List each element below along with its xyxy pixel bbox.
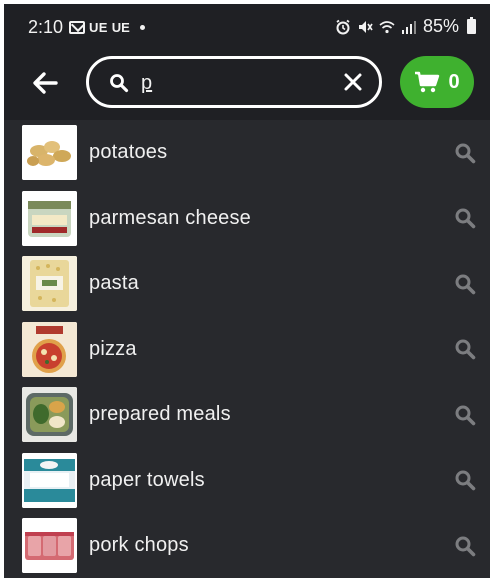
suggestion-item[interactable]: paper towels (4, 448, 490, 514)
wifi-icon (379, 20, 395, 33)
search-icon[interactable] (454, 535, 476, 557)
search-icon[interactable] (454, 207, 476, 229)
app-screen: 2:10 UE UE 85% p 0 potatoes parmesan che… (4, 4, 490, 578)
cart-button[interactable]: 0 (400, 56, 474, 108)
battery-icon (467, 17, 476, 34)
search-input[interactable] (141, 70, 321, 96)
suggestion-label: prepared meals (89, 403, 231, 426)
suggestion-list: potatoes parmesan cheese pasta pizza pre… (4, 120, 490, 578)
search-icon (110, 74, 129, 93)
suggestion-label: pizza (89, 337, 137, 360)
suggestion-label: parmesan cheese (89, 206, 251, 229)
search-header: 0 (4, 50, 490, 120)
parmesan-cheese-image (22, 190, 77, 246)
pasta-image (22, 256, 77, 312)
search-icon[interactable] (454, 273, 476, 295)
pork-chops-image (22, 518, 77, 574)
search-icon[interactable] (454, 338, 476, 360)
suggestion-label: paper towels (89, 468, 205, 491)
status-left: 2:10 UE UE (28, 17, 145, 38)
carrier-label: UE (89, 20, 108, 35)
paper-towels-image (22, 452, 77, 508)
status-bar: 2:10 UE UE 85% (4, 4, 490, 50)
mail-icon (69, 21, 86, 34)
potatoes-image (22, 125, 77, 181)
mute-icon (358, 20, 373, 33)
suggestion-item[interactable]: pasta (4, 251, 490, 317)
carrier-label-2: UE (111, 20, 130, 35)
prepared-meals-image (22, 387, 77, 443)
search-icon[interactable] (454, 469, 476, 491)
suggestion-item[interactable]: pork chops (4, 513, 490, 578)
suggestion-item[interactable]: prepared meals (4, 382, 490, 448)
suggestion-item[interactable]: parmesan cheese (4, 186, 490, 252)
cart-icon (415, 71, 440, 93)
suggestion-label: pasta (89, 272, 139, 295)
alarm-icon (336, 19, 350, 34)
search-box[interactable] (86, 56, 382, 108)
status-time: 2:10 (28, 17, 64, 37)
cart-count: 0 (448, 70, 460, 93)
notification-dot-icon (139, 25, 145, 30)
close-icon[interactable] (343, 72, 363, 92)
pizza-image (22, 321, 77, 377)
back-arrow-icon[interactable] (30, 68, 60, 98)
search-icon[interactable] (454, 142, 476, 164)
suggestion-item[interactable]: pizza (4, 317, 490, 383)
suggestion-label: pork chops (89, 534, 189, 557)
battery-percent: 85% (422, 16, 459, 36)
suggestion-item[interactable]: potatoes (4, 120, 490, 186)
signal-icon (401, 20, 416, 34)
status-right: 85% (335, 16, 476, 37)
search-icon[interactable] (454, 404, 476, 426)
suggestion-label: potatoes (89, 141, 168, 164)
